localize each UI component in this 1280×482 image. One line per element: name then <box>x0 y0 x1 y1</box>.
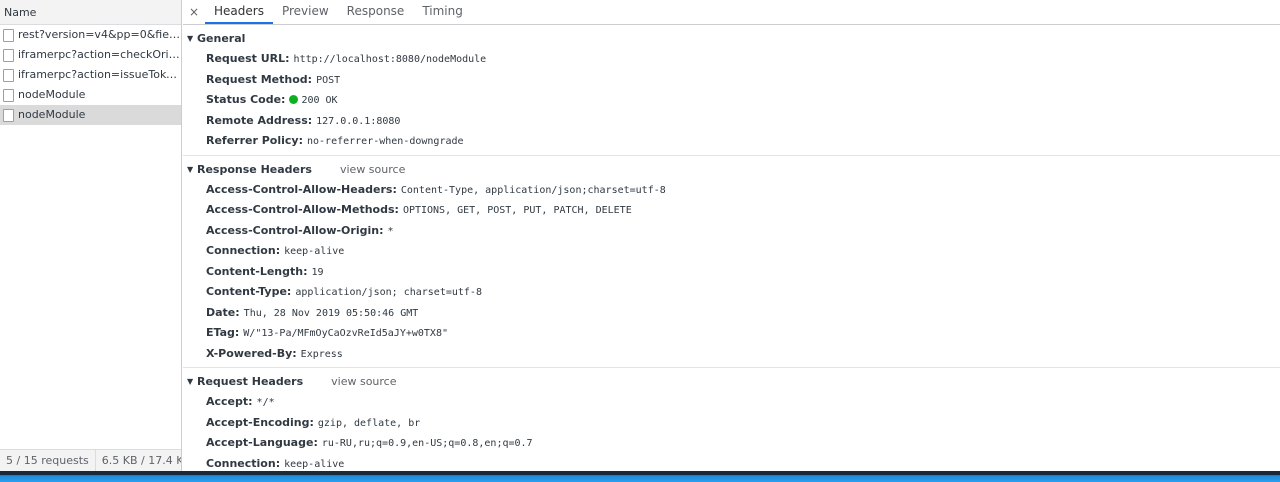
header-value: */* <box>256 397 275 408</box>
header-key: Content-Length: <box>206 264 308 278</box>
response-headers-toggle[interactable]: ▼ Response Headers view source <box>183 159 1280 180</box>
header-key: X-Powered-By: <box>206 346 297 360</box>
section-title: Request Headers <box>197 375 304 388</box>
header-value: keep-alive <box>284 246 345 257</box>
request-list-panel: Name rest?version=v4&pp=0&fields... ifra… <box>0 0 182 471</box>
header-value: * <box>387 225 394 237</box>
request-name: nodeModule <box>18 108 86 121</box>
name-column-header[interactable]: Name <box>0 0 181 25</box>
header-row: Request Method: POST <box>183 70 1280 91</box>
request-row[interactable]: rest?version=v4&pp=0&fields... <box>0 25 181 45</box>
header-value: Content-Type, application/json;charset=u… <box>400 184 666 196</box>
request-row[interactable]: iframerpc?action=checkOrigin... <box>0 45 181 65</box>
header-key: Connection: <box>206 244 281 257</box>
tab-timing[interactable]: Timing <box>413 0 472 24</box>
file-icon <box>3 28 14 42</box>
header-value: POST <box>316 74 341 86</box>
header-value: keep-alive <box>284 458 345 470</box>
response-headers-section: ▼ Response Headers view source Access-Co… <box>183 159 1280 368</box>
close-icon[interactable]: × <box>183 0 205 24</box>
header-row: Remote Address: 127.0.0.1:8080 <box>183 111 1280 132</box>
request-name: rest?version=v4&pp=0&fields... <box>18 28 181 41</box>
header-value: application/json; charset=utf-8 <box>295 287 482 298</box>
tab-preview[interactable]: Preview <box>273 0 338 24</box>
header-value: 200 OK <box>301 95 338 106</box>
header-value: no-referrer-when-downgrade <box>307 136 464 147</box>
header-value: OPTIONS, GET, POST, PUT, PATCH, DELETE <box>402 205 632 216</box>
header-row: Accept-Encoding: gzip, deflate, br <box>183 413 1280 434</box>
triangle-down-icon: ▼ <box>187 34 194 43</box>
header-key: Accept-Encoding: <box>206 415 314 429</box>
header-value: W/"13-Pa/MFmOyCaOzvReId5aJY+w0TX8" <box>243 328 448 339</box>
triangle-down-icon: ▼ <box>187 164 194 174</box>
header-key: Access-Control-Allow-Methods: <box>206 203 399 216</box>
header-key: Accept: <box>206 395 253 408</box>
request-row[interactable]: iframerpc?action=issueToken... <box>0 65 181 85</box>
tab-response[interactable]: Response <box>338 0 414 24</box>
request-headers-section: ▼ Request Headers view source Accept: */*… <box>183 371 1280 471</box>
header-key: Access-Control-Allow-Headers: <box>206 182 397 196</box>
header-row: Request URL: http://localhost:8080/nodeMo… <box>183 49 1280 70</box>
header-row: Date: Thu, 28 Nov 2019 05:50:46 GMT <box>183 303 1280 324</box>
header-key: Remote Address: <box>206 113 313 127</box>
header-value: 127.0.0.1:8080 <box>316 115 401 127</box>
section-title: Response Headers <box>197 162 312 176</box>
section-title: General <box>197 32 246 45</box>
request-row[interactable]: nodeModule <box>0 85 181 105</box>
request-row-selected[interactable]: nodeModule <box>0 105 181 125</box>
header-row: Access-Control-Allow-Headers: Content-Typ… <box>183 180 1280 201</box>
header-key: Request URL: <box>206 52 290 65</box>
view-source-link[interactable]: view source <box>331 371 396 392</box>
header-value: Thu, 28 Nov 2019 05:50:46 GMT <box>243 307 419 319</box>
request-name: nodeModule <box>18 88 86 101</box>
details-tab-bar: × Headers Preview Response Timing <box>183 0 1280 25</box>
request-details-panel: × Headers Preview Response Timing ▼ Gene… <box>183 0 1280 471</box>
header-value: 19 <box>311 266 324 278</box>
header-row: Content-Type: application/json; charset=u… <box>183 282 1280 303</box>
header-key: Access-Control-Allow-Origin: <box>206 223 384 237</box>
header-row: Referrer Policy: no-referrer-when-downgra… <box>183 131 1280 152</box>
header-key: Referrer Policy: <box>206 134 303 147</box>
header-row: Status Code: 200 OK <box>183 90 1280 111</box>
header-value: gzip, deflate, br <box>317 417 421 429</box>
request-count: 5 / 15 requests <box>0 450 96 471</box>
file-icon <box>3 88 14 102</box>
header-value: ru-RU,ru;q=0.9,en-US;q=0.8,en;q=0.7 <box>321 438 533 449</box>
header-key: Status Code: <box>206 93 286 106</box>
header-value: Express <box>300 348 343 360</box>
header-row: Accept: */* <box>183 392 1280 413</box>
header-key: Content-Type: <box>206 285 292 298</box>
tab-headers[interactable]: Headers <box>205 0 273 24</box>
file-icon <box>3 108 14 122</box>
header-row: Access-Control-Allow-Origin: * <box>183 221 1280 242</box>
view-source-link[interactable]: view source <box>340 159 405 180</box>
request-name: iframerpc?action=checkOrigin... <box>18 48 181 61</box>
header-key: ETag: <box>206 326 240 339</box>
header-key: Connection: <box>206 456 281 470</box>
file-icon <box>3 68 14 82</box>
header-row: Connection: keep-alive <box>183 241 1280 262</box>
status-ok-icon <box>289 95 299 104</box>
file-icon <box>3 48 14 62</box>
os-taskbar-strip <box>0 471 1280 482</box>
request-name: iframerpc?action=issueToken... <box>18 68 181 81</box>
header-row: Access-Control-Allow-Methods: OPTIONS, GE… <box>183 200 1280 221</box>
general-section: ▼ General Request URL: http://localhost:8… <box>183 28 1280 156</box>
network-summary-bar: 5 / 15 requests 6.5 KB / 17.4 KB t <box>0 449 181 471</box>
header-value: http://localhost:8080/nodeModule <box>293 54 487 65</box>
header-row: Accept-Language: ru-RU,ru;q=0.9,en-US;q=0… <box>183 433 1280 454</box>
transfer-size: 6.5 KB / 17.4 KB t <box>101 454 181 467</box>
header-row: Content-Length: 19 <box>183 262 1280 283</box>
header-row: ETag: W/"13-Pa/MFmOyCaOzvReId5aJY+w0TX8" <box>183 323 1280 344</box>
general-section-toggle[interactable]: ▼ General <box>183 28 1280 49</box>
header-key: Request Method: <box>206 72 313 86</box>
header-row: X-Powered-By: Express <box>183 344 1280 365</box>
header-key: Accept-Language: <box>206 436 318 449</box>
header-row: Connection: keep-alive <box>183 454 1280 472</box>
triangle-down-icon: ▼ <box>187 377 194 386</box>
request-headers-toggle[interactable]: ▼ Request Headers view source <box>183 371 1280 392</box>
header-key: Date: <box>206 305 240 319</box>
